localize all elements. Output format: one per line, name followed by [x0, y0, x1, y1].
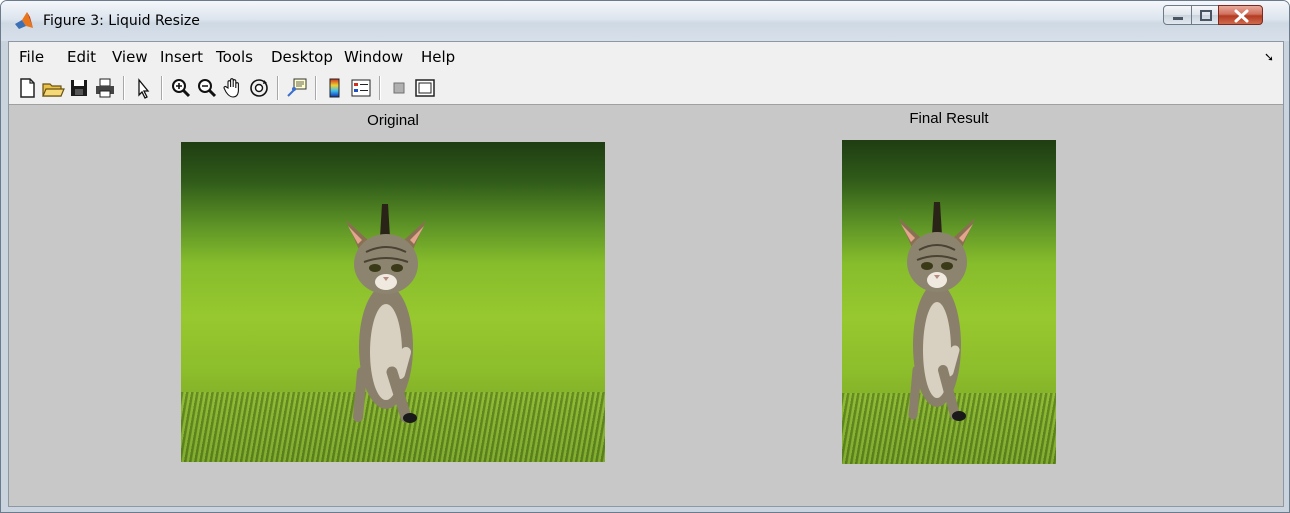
menu-file[interactable]: File: [19, 48, 44, 66]
dock-arrow-icon[interactable]: ➘: [1264, 50, 1274, 64]
figure-window: Figure 3: Liquid Resize File Edit View I…: [0, 0, 1290, 513]
window-title: Figure 3: Liquid Resize: [43, 13, 200, 29]
menu-help[interactable]: Help: [421, 48, 455, 66]
figure-canvas[interactable]: Original Final Result: [9, 105, 1283, 506]
minimize-button[interactable]: [1163, 5, 1192, 25]
menu-bar: File Edit View Insert Tools Desktop Wind…: [9, 42, 1283, 72]
data-cursor-icon[interactable]: [285, 76, 309, 100]
kitten-photo-original: [181, 142, 605, 462]
hide-plot-tools-icon[interactable]: [387, 76, 411, 100]
minimize-icon: [1173, 17, 1183, 20]
zoom-out-icon[interactable]: [195, 76, 219, 100]
insert-colorbar-icon[interactable]: [323, 76, 347, 100]
maximize-button[interactable]: [1191, 5, 1219, 25]
menu-insert[interactable]: Insert: [160, 48, 203, 66]
show-plot-tools-icon[interactable]: [413, 76, 437, 100]
menu-window[interactable]: Window: [344, 48, 403, 66]
rotate-3d-icon[interactable]: [247, 76, 271, 100]
print-figure-icon[interactable]: [93, 76, 117, 100]
menu-desktop[interactable]: Desktop: [271, 48, 333, 66]
close-icon: [1234, 9, 1249, 23]
toolbar-separator: [277, 76, 279, 100]
toolbar-separator: [315, 76, 317, 100]
kitten-photo-resized: [842, 140, 1056, 464]
figure-toolbar: [9, 71, 1283, 105]
pan-icon[interactable]: [221, 76, 245, 100]
menu-edit[interactable]: Edit: [67, 48, 96, 66]
insert-legend-icon[interactable]: [349, 76, 373, 100]
menu-view[interactable]: View: [112, 48, 148, 66]
left-axes-title: Original: [367, 112, 419, 129]
zoom-in-icon[interactable]: [169, 76, 193, 100]
new-figure-icon[interactable]: [15, 76, 39, 100]
close-button[interactable]: [1218, 5, 1263, 25]
figure-client-area: File Edit View Insert Tools Desktop Wind…: [8, 41, 1284, 507]
edit-plot-icon[interactable]: [131, 76, 155, 100]
title-bar[interactable]: Figure 3: Liquid Resize: [1, 1, 1289, 41]
matlab-icon: [14, 11, 34, 31]
right-axes-title: Final Result: [909, 110, 989, 127]
open-file-icon[interactable]: [41, 76, 65, 100]
toolbar-separator: [379, 76, 381, 100]
save-figure-icon[interactable]: [67, 76, 91, 100]
toolbar-separator: [161, 76, 163, 100]
toolbar-separator: [123, 76, 125, 100]
maximize-icon: [1200, 10, 1212, 21]
menu-tools[interactable]: Tools: [216, 48, 253, 66]
